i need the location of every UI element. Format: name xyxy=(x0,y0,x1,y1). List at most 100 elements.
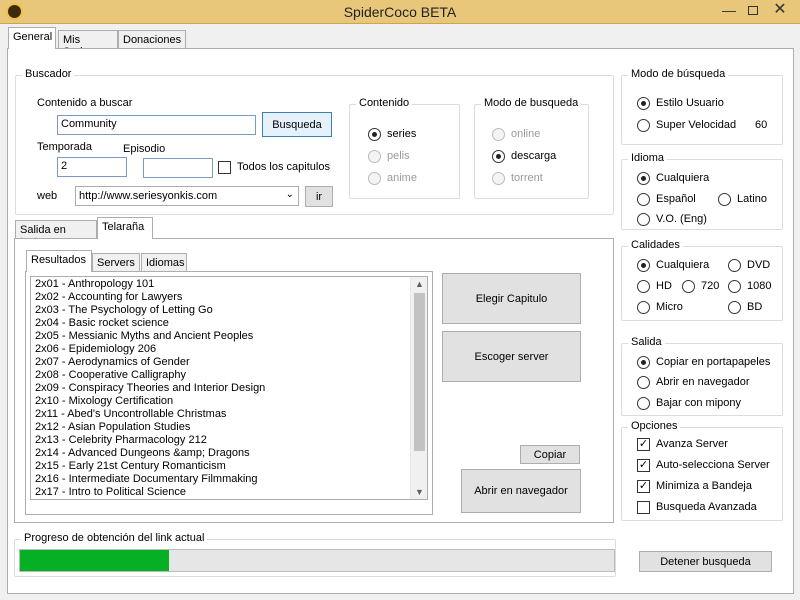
abrir-navegador-button[interactable]: Abrir en navegador xyxy=(461,469,581,513)
salida-mipony-radio[interactable] xyxy=(637,397,650,410)
chevron-down-icon: ⌄ xyxy=(285,189,294,200)
list-item[interactable]: 2x10 - Mixology Certification xyxy=(31,395,427,408)
episodio-label: Episodio xyxy=(123,143,166,155)
speed-value: 60 xyxy=(755,119,768,131)
scroll-thumb[interactable] xyxy=(414,293,425,451)
modo-torrent-radio[interactable] xyxy=(492,172,505,185)
list-item[interactable]: 2x06 - Epidemiology 206 xyxy=(31,343,427,356)
idioma-legend: Idioma xyxy=(628,152,668,164)
scroll-up-icon[interactable]: ▲ xyxy=(411,279,427,289)
calidad-1080-radio[interactable] xyxy=(728,280,741,293)
contenido-series-label: series xyxy=(387,128,417,140)
list-item[interactable]: 2x08 - Cooperative Calligraphy xyxy=(31,369,427,382)
list-item[interactable]: 2x17 - Intro to Political Science xyxy=(31,486,427,499)
contenido-legend: Contenido xyxy=(356,97,413,109)
calidad-micro-radio[interactable] xyxy=(637,301,650,314)
list-item[interactable]: 2x14 - Advanced Dungeons &amp; Dragons xyxy=(31,447,427,460)
contenido-pelis-radio[interactable] xyxy=(368,150,381,163)
salida-mipony-label: Bajar con mipony xyxy=(656,397,741,409)
modo-de-busqueda-legend: Modo de búsqueda xyxy=(628,68,729,80)
avanza-server-label: Avanza Server xyxy=(656,438,728,450)
list-item[interactable]: 2x09 - Conspiracy Theories and Interior … xyxy=(31,382,427,395)
web-select[interactable]: http://www.seriesyonkis.com ⌄ xyxy=(75,186,299,206)
busqueda-avanzada-label: Busqueda Avanzada xyxy=(656,501,757,513)
auto-selecciona-checkbox[interactable]: ✓ xyxy=(637,459,650,472)
opciones-legend: Opciones xyxy=(628,420,681,432)
calidad-dvd-radio[interactable] xyxy=(728,259,741,272)
episodio-input[interactable] xyxy=(143,158,213,178)
super-velocidad-radio[interactable] xyxy=(637,119,650,132)
estilo-usuario-radio[interactable] xyxy=(637,97,650,110)
idioma-latino-label: Latino xyxy=(737,193,767,205)
salida-copiar-label: Copiar en portapapeles xyxy=(656,356,771,368)
list-item[interactable]: 2x01 - Anthropology 101 xyxy=(31,278,427,291)
auto-selecciona-label: Auto-selecciona Server xyxy=(656,459,770,471)
tab-donaciones[interactable]: Donaciones xyxy=(118,30,186,48)
salida-navegador-radio[interactable] xyxy=(637,376,650,389)
results-scrollbar[interactable]: ▲ ▼ xyxy=(410,277,427,499)
tab-salida-texto[interactable]: Salida en texto xyxy=(15,220,97,248)
list-item[interactable]: 2x03 - The Psychology of Letting Go xyxy=(31,304,427,317)
calidad-micro-label: Micro xyxy=(656,301,683,313)
list-item[interactable]: 2x12 - Asian Population Studies xyxy=(31,421,427,434)
list-item[interactable]: 2x05 - Messianic Myths and Ancient Peopl… xyxy=(31,330,427,343)
salida-copiar-radio[interactable] xyxy=(637,356,650,369)
busqueda-button[interactable]: Busqueda xyxy=(262,112,332,137)
list-item[interactable]: 2x13 - Celebrity Pharmacology 212 xyxy=(31,434,427,447)
idioma-espanol-radio[interactable] xyxy=(637,193,650,206)
minimize-button[interactable]: — xyxy=(716,0,742,22)
web-label: web xyxy=(37,190,58,202)
minimiza-bandeja-checkbox[interactable]: ✓ xyxy=(637,480,650,493)
copiar-button[interactable]: Copiar xyxy=(520,445,580,464)
results-list: 2x01 - Anthropology 101 2x02 - Accounting… xyxy=(31,277,427,499)
scroll-down-icon[interactable]: ▼ xyxy=(411,487,427,497)
list-item[interactable]: 2x15 - Early 21st Century Romanticism xyxy=(31,460,427,473)
search-input[interactable]: Community xyxy=(57,115,256,135)
idioma-vo-radio[interactable] xyxy=(637,213,650,226)
calidad-720-radio[interactable] xyxy=(682,280,695,293)
contenido-anime-label: anime xyxy=(387,172,417,184)
list-item[interactable]: 2x02 - Accounting for Lawyers xyxy=(31,291,427,304)
tab-resultados[interactable]: Resultados xyxy=(26,250,92,272)
list-item[interactable]: 2x07 - Aerodynamics of Gender xyxy=(31,356,427,369)
tab-servers[interactable]: Servers xyxy=(92,253,140,271)
tab-telarana[interactable]: Telaraña xyxy=(97,217,153,239)
minimiza-bandeja-label: Minimiza a Bandeja xyxy=(656,480,752,492)
idioma-cualquiera-radio[interactable] xyxy=(637,172,650,185)
tab-mis-series[interactable]: Mis Series xyxy=(58,30,118,58)
modo-online-label: online xyxy=(511,128,541,140)
modo-descarga-radio[interactable] xyxy=(492,150,505,163)
estilo-usuario-label: Estilo Usuario xyxy=(656,97,724,109)
tab-general[interactable]: General xyxy=(8,27,56,49)
calidad-hd-radio[interactable] xyxy=(637,280,650,293)
list-item[interactable]: 2x04 - Basic rocket science xyxy=(31,317,427,330)
super-velocidad-label: Super Velocidad xyxy=(656,119,737,131)
busqueda-avanzada-checkbox[interactable] xyxy=(637,501,650,514)
results-listbox[interactable]: 2x01 - Anthropology 101 2x02 - Accounting… xyxy=(30,276,428,500)
contenido-series-radio[interactable] xyxy=(368,128,381,141)
maximize-button[interactable] xyxy=(742,0,764,22)
close-button[interactable]: ✕ xyxy=(762,0,798,22)
temporada-label: Temporada xyxy=(37,141,93,153)
contenido-anime-radio[interactable] xyxy=(368,172,381,185)
temporada-input[interactable]: 2 xyxy=(57,157,127,177)
list-item[interactable]: 2x16 - Intermediate Documentary Filmmaki… xyxy=(31,473,427,486)
detener-busqueda-button[interactable]: Detener busqueda xyxy=(639,551,772,572)
modo-online-radio[interactable] xyxy=(492,128,505,141)
calidad-1080-label: 1080 xyxy=(747,280,772,292)
elegir-capitulo-button[interactable]: Elegir Capitulo xyxy=(442,273,581,324)
ir-button[interactable]: ir xyxy=(305,186,333,207)
modo-torrent-label: torrent xyxy=(511,172,543,184)
escoger-server-button[interactable]: Escoger server xyxy=(442,331,581,382)
list-item[interactable]: 2x11 - Abed's Uncontrollable Christmas xyxy=(31,408,427,421)
idioma-latino-radio[interactable] xyxy=(718,193,731,206)
todos-capitulos-checkbox[interactable] xyxy=(218,161,231,174)
contenido-buscar-label: Contenido a buscar xyxy=(37,97,133,109)
calidad-cualquiera-radio[interactable] xyxy=(637,259,650,272)
web-select-value: http://www.seriesyonkis.com xyxy=(79,190,218,202)
calidad-bd-radio[interactable] xyxy=(728,301,741,314)
window-title: SpiderCoco BETA xyxy=(343,4,457,20)
salida-navegador-label: Abrir en navegador xyxy=(656,376,750,388)
avanza-server-checkbox[interactable]: ✓ xyxy=(637,438,650,451)
tab-idiomas[interactable]: Idiomas xyxy=(141,253,187,271)
